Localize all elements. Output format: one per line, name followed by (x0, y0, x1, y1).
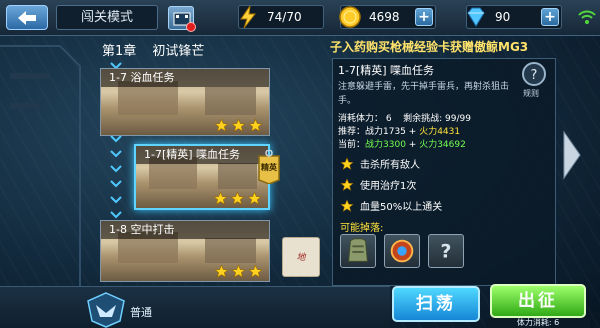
stamina-value: 74/70 (267, 10, 302, 24)
star-icon (214, 118, 229, 132)
gold-value: 4698 (369, 10, 400, 24)
condition-text: 血量50%以上通关 (360, 202, 443, 213)
chevron-down-icon (110, 135, 122, 143)
cost-value: 6 (385, 114, 392, 124)
mission-description: 注意躲避手雷，先干掉手雷兵，再射杀狙击手。 (338, 82, 510, 106)
svg-text:?: ? (531, 68, 538, 83)
remaining-label: 剩余挑战: (403, 114, 443, 124)
drop-item[interactable] (340, 234, 376, 268)
mission-detail-title: 1-7[精英] 喋血任务 (338, 64, 435, 77)
mission-label: 1-7 浴血任务 (101, 69, 269, 87)
coin-icon (339, 6, 361, 28)
current-row: 当前：战力3300 + 火力34692 (338, 139, 471, 152)
cost-label: 消耗体力： (338, 114, 384, 124)
difficulty-icon[interactable] (84, 291, 128, 328)
condition-row: 使用治疗1次 (340, 177, 416, 192)
mission-stars (214, 118, 263, 133)
current-label: 当前： (338, 140, 366, 150)
recommend-row: 推荐：战力1735 + 火力4431 (338, 126, 471, 139)
star-icon (231, 264, 246, 278)
back-button[interactable] (6, 5, 48, 30)
star-icon (340, 177, 354, 191)
condition-text: 使用治疗1次 (360, 181, 417, 192)
mission-card[interactable]: 1-7 浴血任务 (100, 68, 270, 136)
recommend-label: 推荐：战力1735 + (338, 127, 417, 137)
star-icon (340, 198, 354, 212)
cost-row: 消耗体力： 6 剩余挑战: 99/99 (338, 113, 471, 126)
mission-label: 1-7[精英] 喋血任务 (136, 146, 268, 164)
question-icon: ? (531, 68, 538, 83)
elite-badge: 精英 (256, 149, 282, 185)
mission-card-selected[interactable]: 1-7[精英] 喋血任务 (134, 144, 270, 210)
drop-item[interactable] (384, 234, 420, 268)
chapter-name: 初试锋芒 (152, 44, 205, 59)
chapter-header: 第1章 初试锋芒 (102, 40, 324, 60)
help-icon[interactable]: ? (522, 62, 546, 86)
current-bonus: 火力34692 (419, 140, 466, 150)
condition-row: 击杀所有敌人 (340, 156, 420, 171)
star-icon (248, 118, 263, 132)
notification-dot (186, 22, 196, 32)
star-icon (214, 264, 229, 278)
star-icon (231, 118, 246, 132)
rules-label[interactable]: 规则 (523, 88, 539, 99)
star-icon (248, 264, 263, 278)
medal-icon (390, 239, 414, 263)
mission-stars (213, 191, 262, 206)
star-icon (230, 191, 245, 205)
condition-text: 击杀所有敌人 (360, 160, 420, 171)
stamina-cost-note: 体力消耗: 6 (486, 318, 590, 328)
mission-stars (214, 264, 263, 279)
star-icon (247, 191, 262, 205)
chevron-down-icon (110, 165, 122, 173)
current-plus: + (405, 140, 420, 150)
stamina-display: 74/70 (238, 5, 324, 29)
mission-card[interactable]: 1-8 空中打击 (100, 220, 270, 282)
bottom-bar (0, 286, 390, 328)
star-icon (213, 191, 228, 205)
go-button[interactable]: 出征 (490, 284, 586, 318)
chevron-right-icon[interactable] (562, 130, 582, 180)
diamond-icon (467, 7, 485, 27)
svg-text:?: ? (441, 242, 452, 263)
chapter-number: 第1章 (102, 44, 137, 59)
lightning-icon (240, 5, 257, 29)
condition-row: 血量50%以上通关 (340, 198, 442, 213)
video-icon[interactable] (168, 6, 196, 32)
elite-badge-text: 精英 (261, 163, 277, 172)
remaining-value: 99/99 (445, 114, 471, 124)
mystery-item-icon: ? (441, 242, 452, 263)
signature-note: 地 (282, 237, 320, 277)
left-decor-panel (0, 45, 81, 286)
gold-display: 4698 + (339, 5, 436, 29)
chevron-down-icon (110, 150, 122, 158)
star-icon (340, 156, 354, 170)
diamond-display: 90 + (466, 5, 562, 29)
drop-item[interactable]: ? (428, 234, 464, 268)
recommend-bonus: 火力4431 (419, 127, 461, 137)
mission-stats: 消耗体力： 6 剩余挑战: 99/99 推荐：战力1735 + 火力4431 当… (338, 113, 471, 152)
drops-title: 可能掉落: (340, 223, 384, 234)
current-power: 战力3300 (365, 140, 406, 150)
add-diamond-button[interactable]: + (541, 8, 559, 26)
chevron-down-icon (110, 180, 122, 188)
wifi-icon (578, 10, 596, 24)
chevron-down-icon (110, 211, 122, 219)
sweep-button[interactable]: 扫荡 (392, 286, 480, 322)
diamond-value: 90 (495, 10, 511, 24)
mission-label: 1-8 空中打击 (101, 221, 269, 239)
chevron-down-icon (110, 196, 122, 204)
promo-marquee: 子入药购买枪械经验卡获赠傲鲸MG3 (330, 40, 529, 54)
add-gold-button[interactable]: + (415, 8, 433, 26)
difficulty-label[interactable]: 普通 (130, 304, 152, 320)
mode-title: 闯关模式 (56, 5, 158, 30)
armor-vest-icon (348, 238, 368, 262)
arrow-left-icon (18, 10, 36, 25)
